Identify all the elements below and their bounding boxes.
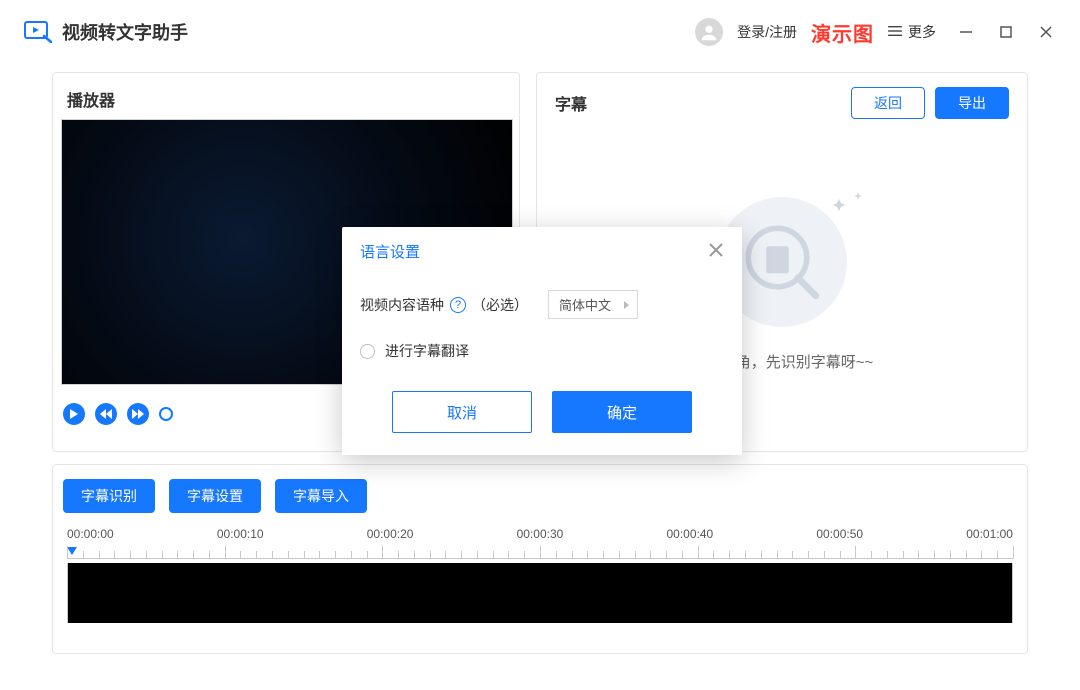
title-bar: 视频转文字助手 登录/注册 演示图 更多 bbox=[0, 0, 1080, 64]
time-label: 00:00:40 bbox=[667, 527, 714, 541]
playhead-icon[interactable] bbox=[67, 547, 77, 555]
player-title: 播放器 bbox=[67, 87, 115, 111]
subtitle-settings-button[interactable]: 字幕设置 bbox=[169, 479, 261, 513]
minimize-button[interactable] bbox=[956, 23, 976, 41]
subtitle-import-button[interactable]: 字幕导入 bbox=[275, 479, 367, 513]
demo-badge: 演示图 bbox=[811, 18, 874, 47]
help-icon[interactable]: ? bbox=[450, 297, 466, 313]
fast-forward-button[interactable] bbox=[127, 403, 149, 425]
hamburger-icon bbox=[888, 24, 902, 40]
time-ruler[interactable]: 00:00:00 00:00:10 00:00:20 00:00:30 00:00:40… bbox=[67, 527, 1013, 559]
play-button[interactable] bbox=[63, 403, 85, 425]
time-label: 00:00:30 bbox=[517, 527, 564, 541]
cancel-button[interactable]: 取消 bbox=[392, 391, 532, 433]
export-button[interactable]: 导出 bbox=[935, 87, 1009, 119]
login-link[interactable]: 登录/注册 bbox=[737, 22, 797, 42]
sparkle-icon bbox=[829, 191, 869, 221]
time-label: 00:00:10 bbox=[217, 527, 264, 541]
language-label: 视频内容语种 bbox=[360, 295, 444, 315]
language-settings-dialog: 语言设置 视频内容语种 ? （必选） 简体中文 进行字幕翻译 取消 确定 bbox=[342, 227, 742, 455]
time-label: 00:00:20 bbox=[367, 527, 414, 541]
translate-radio[interactable] bbox=[360, 344, 375, 359]
timeline-panel: 字幕识别 字幕设置 字幕导入 00:00:0000:00:1000:00:200… bbox=[52, 464, 1028, 654]
maximize-button[interactable] bbox=[996, 23, 1016, 41]
timeline-track[interactable] bbox=[67, 563, 1013, 623]
close-button[interactable] bbox=[1036, 23, 1056, 41]
time-label: 00:00:50 bbox=[816, 527, 863, 541]
more-label: 更多 bbox=[908, 22, 936, 42]
time-label: 00:01:00 bbox=[966, 527, 1013, 541]
time-label: 00:00:00 bbox=[67, 527, 114, 541]
dialog-close-icon[interactable] bbox=[708, 242, 724, 262]
avatar-icon[interactable] bbox=[695, 18, 723, 46]
app-logo: 视频转文字助手 bbox=[24, 19, 188, 45]
app-title: 视频转文字助手 bbox=[62, 19, 188, 45]
translate-label: 进行字幕翻译 bbox=[385, 341, 469, 361]
dialog-title: 语言设置 bbox=[360, 241, 420, 262]
return-button[interactable]: 返回 bbox=[851, 87, 925, 119]
logo-icon bbox=[24, 21, 52, 43]
language-select[interactable]: 简体中文 bbox=[548, 290, 638, 319]
loop-button[interactable] bbox=[159, 407, 173, 421]
ok-button[interactable]: 确定 bbox=[552, 391, 692, 433]
rewind-button[interactable] bbox=[95, 403, 117, 425]
subtitle-title: 字幕 bbox=[555, 91, 587, 115]
required-label: （必选） bbox=[472, 295, 528, 315]
subtitle-recognize-button[interactable]: 字幕识别 bbox=[63, 479, 155, 513]
more-menu[interactable]: 更多 bbox=[888, 22, 936, 42]
